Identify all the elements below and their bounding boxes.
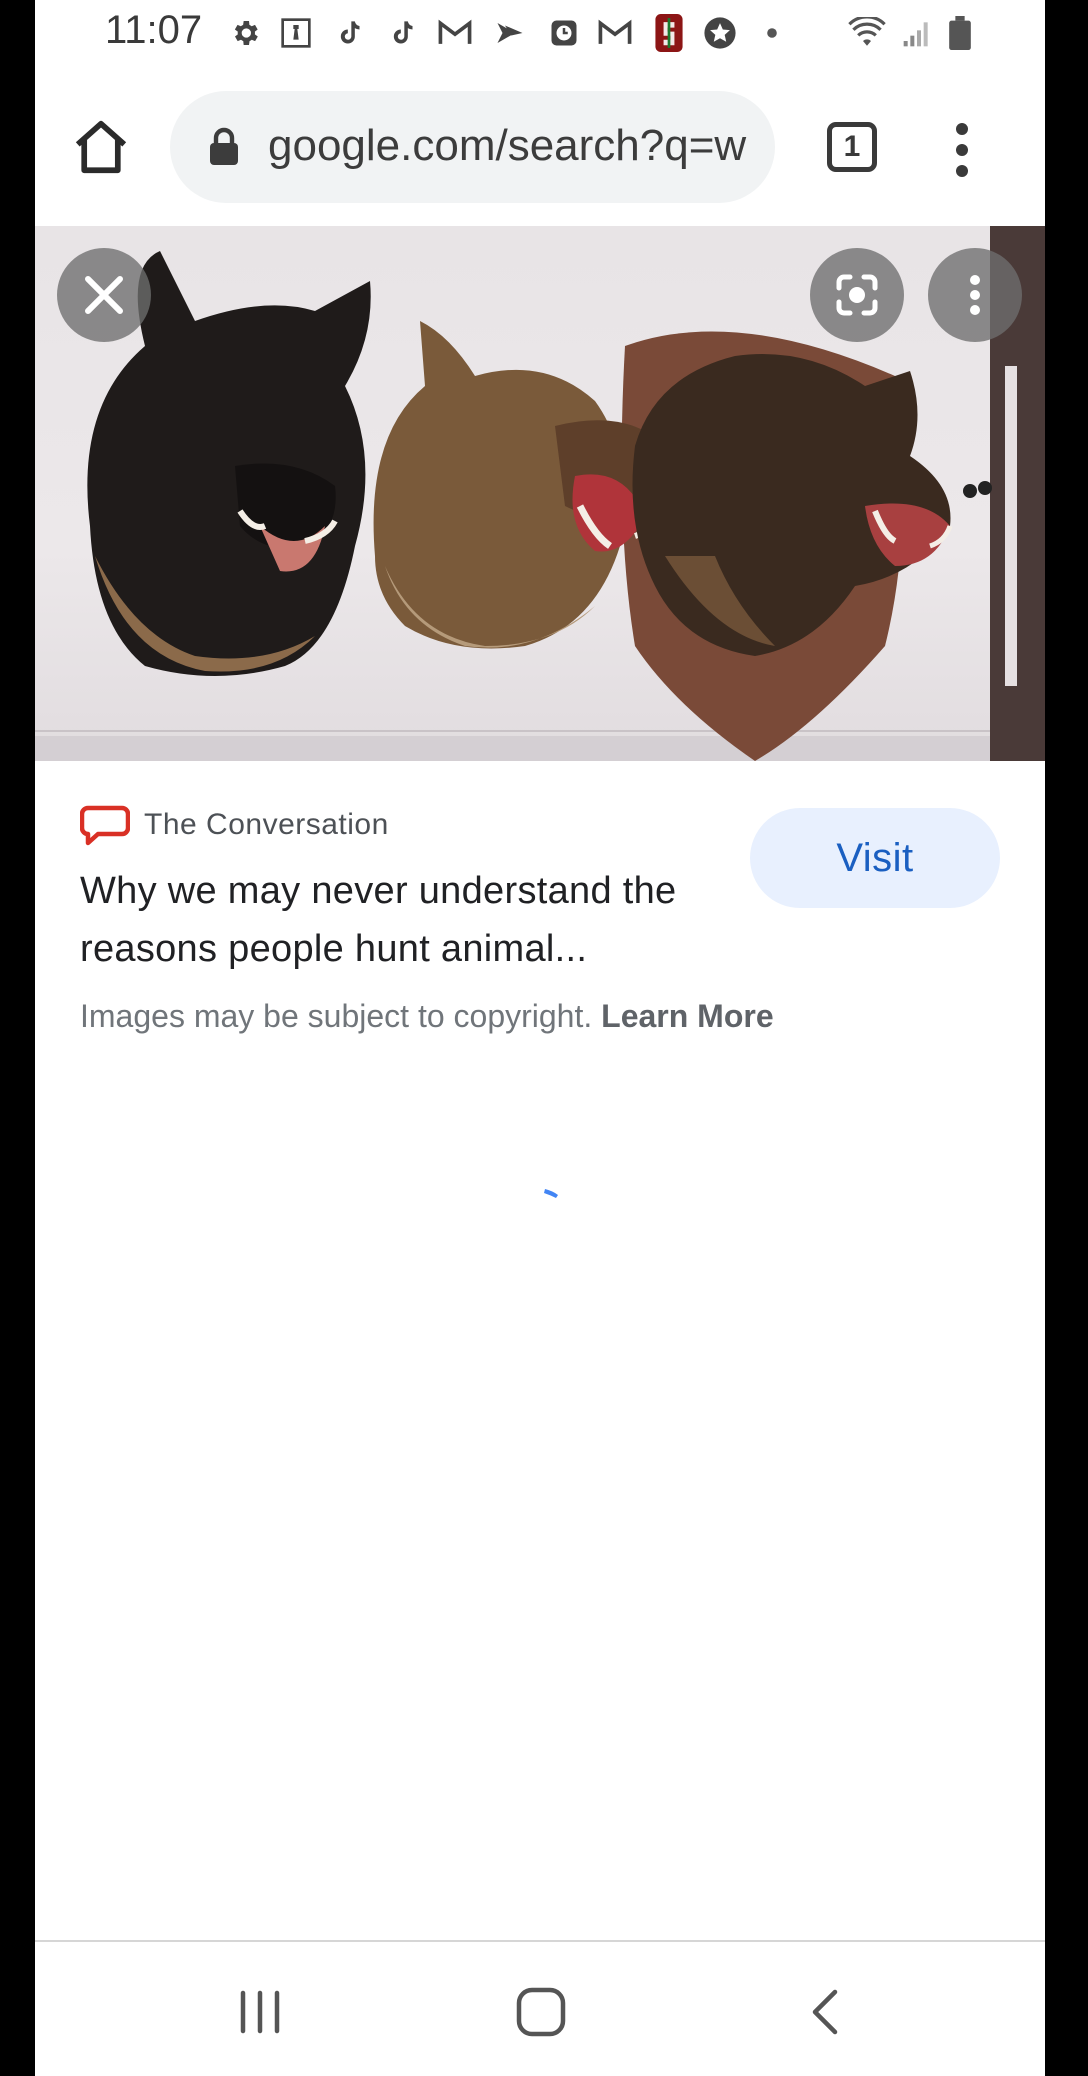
copyright-notice: Images may be subject to copyright. Lear… — [80, 998, 774, 1035]
url-bar[interactable]: google.com/search?q=w — [170, 91, 775, 203]
screen: 11:07 google.com/search?q=w 1 The Conver… — [35, 0, 1045, 2076]
gmail-icon — [438, 16, 472, 50]
status-bar: 11:07 — [35, 0, 1045, 66]
recents-button[interactable] — [235, 1987, 285, 2037]
cell-signal-icon — [899, 16, 935, 50]
status-time: 11:07 — [105, 8, 203, 52]
tiktok-icon — [385, 16, 419, 50]
copyright-text: Images may be subject to copyright. — [80, 998, 593, 1034]
source-row[interactable]: The Conversation — [80, 800, 389, 850]
result-title[interactable]: Why we may never understand the reasons … — [80, 862, 720, 978]
clock-app-icon — [547, 16, 581, 50]
recents-icon — [240, 1990, 280, 2034]
sprint-icon — [493, 16, 527, 50]
settings-icon — [228, 16, 262, 50]
tiktok-icon — [332, 16, 366, 50]
gmail-icon — [598, 16, 632, 50]
home-button[interactable] — [70, 116, 132, 178]
stanford-icon — [652, 14, 686, 52]
visit-button[interactable]: Visit — [750, 808, 1000, 908]
tab-switcher-button[interactable]: 1 — [827, 122, 877, 172]
image-preview[interactable] — [35, 226, 1045, 761]
system-nav-bar — [35, 1942, 1045, 2076]
battery-icon — [945, 16, 975, 50]
chess-icon — [279, 16, 313, 50]
star-icon — [703, 16, 737, 50]
loading-spinner-icon — [543, 1186, 561, 1200]
lens-icon — [836, 274, 878, 316]
close-preview-button[interactable] — [57, 248, 151, 342]
more-vert-icon — [970, 275, 980, 315]
wifi-icon — [847, 16, 887, 50]
phone-frame: 11:07 google.com/search?q=w 1 The Conver… — [0, 0, 1088, 2076]
the-conversation-logo-icon — [80, 805, 130, 846]
home-square-icon — [516, 1987, 566, 2037]
learn-more-link[interactable]: Learn More — [601, 998, 773, 1034]
url-text: google.com/search?q=w — [268, 121, 747, 170]
close-icon — [85, 276, 123, 314]
lock-icon — [208, 127, 240, 167]
browser-menu-button[interactable] — [955, 122, 969, 178]
google-lens-button[interactable] — [810, 248, 904, 342]
home-nav-button[interactable] — [515, 1986, 567, 2038]
dot-icon — [755, 16, 789, 50]
source-name: The Conversation — [144, 808, 389, 841]
back-button[interactable] — [805, 1986, 845, 2038]
preview-menu-button[interactable] — [928, 248, 1022, 342]
browser-toolbar: google.com/search?q=w 1 — [35, 66, 1045, 226]
back-chevron-icon — [812, 1989, 838, 2035]
